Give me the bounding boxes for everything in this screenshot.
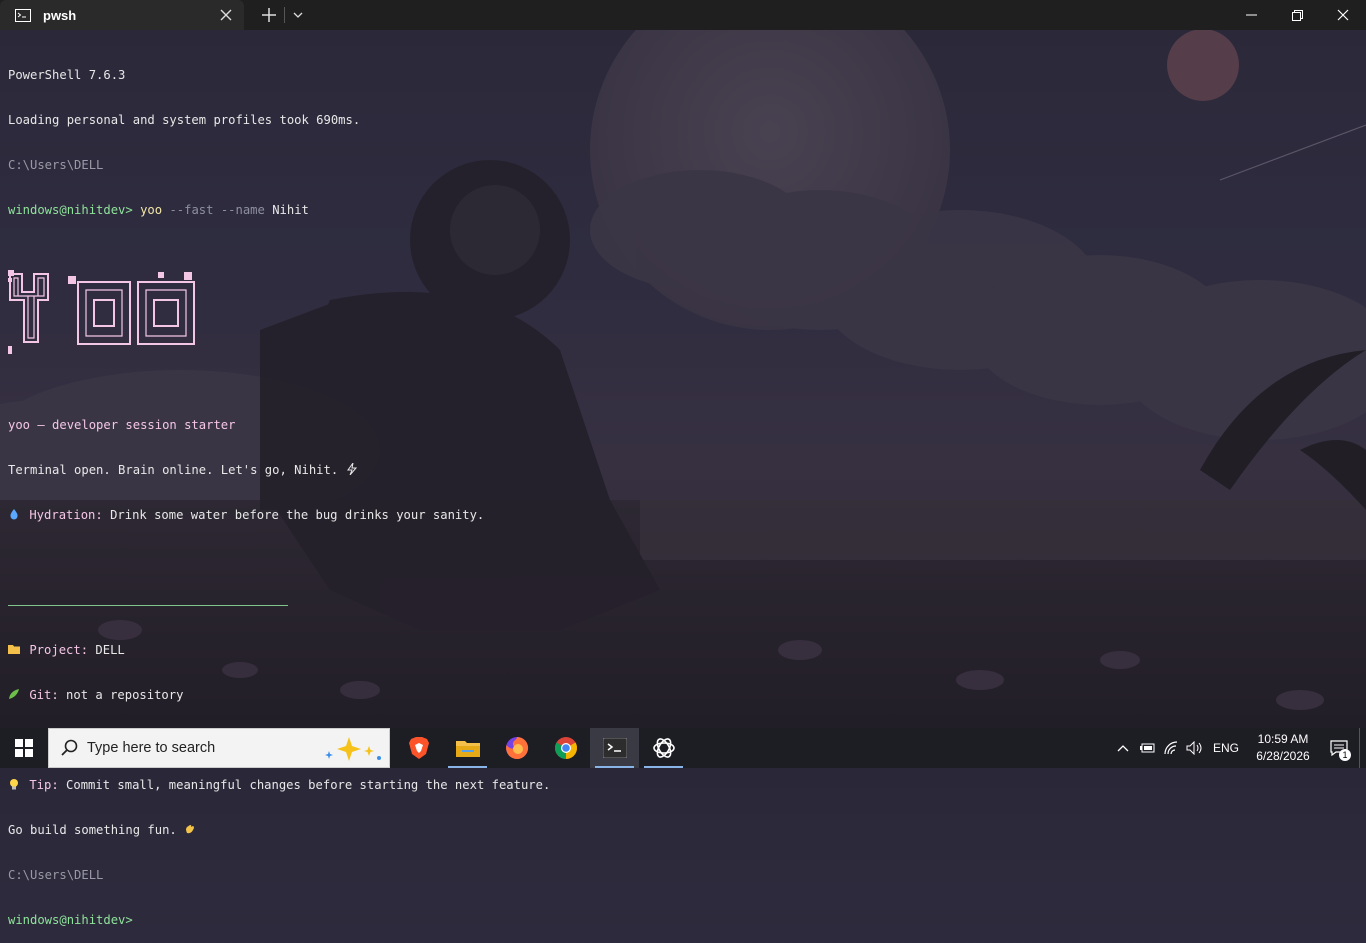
water-drop-icon — [10, 509, 18, 520]
taskbar-chrome[interactable] — [541, 728, 590, 768]
system-tray: ENG 10:59 AM 6/28/2026 1 — [1111, 728, 1366, 768]
firefox-icon — [505, 736, 528, 759]
tagline: yoo — developer session starter — [8, 418, 236, 432]
hydration-line: Hydration: Drink some water before the b… — [8, 508, 1366, 523]
lightbulb-icon — [10, 779, 18, 790]
hydration-text: Drink some water before the bug drinks y… — [110, 508, 485, 522]
tab-pwsh[interactable]: pwsh — [0, 0, 244, 30]
start-button[interactable] — [0, 728, 48, 768]
notification-count: 1 — [1339, 749, 1351, 761]
chevron-down-icon — [293, 12, 303, 18]
taskbar-brave[interactable] — [394, 728, 443, 768]
wifi-icon — [1164, 741, 1178, 755]
closing-line: Go build something fun. — [8, 823, 1366, 838]
tab-dropdown-button[interactable] — [285, 0, 311, 30]
profile-load-line: Loading personal and system profiles too… — [8, 113, 361, 127]
greeting-line: Terminal open. Brain online. Let's go, N… — [8, 463, 1366, 478]
clock-time: 10:59 AM — [1257, 732, 1309, 746]
leaf-icon — [9, 689, 19, 699]
prompt: windows@nihitdev> — [8, 913, 133, 927]
divider — [8, 605, 288, 606]
close-window-button[interactable] — [1320, 0, 1366, 30]
terminal-output[interactable]: PowerShell 7.6.3 Loading personal and sy… — [8, 38, 1366, 943]
show-hidden-icons-button[interactable] — [1111, 728, 1135, 768]
terminal-icon — [14, 8, 32, 22]
command-flag: --fast — [169, 203, 214, 217]
close-icon — [1337, 9, 1349, 21]
restore-icon — [1291, 9, 1303, 21]
folder-icon — [8, 645, 20, 654]
terminal-title-bar: pwsh — [0, 0, 1366, 30]
git-label: Git: — [29, 688, 59, 702]
terminal-icon — [602, 738, 627, 758]
yoo-banner — [8, 270, 1366, 360]
waving-hand-icon — [186, 825, 195, 834]
tip-label: Tip: — [29, 778, 59, 792]
taskbar-terminal[interactable] — [590, 728, 639, 768]
chrome-icon — [554, 737, 577, 759]
search-icon — [61, 739, 78, 756]
search-placeholder: Type here to search — [87, 740, 216, 756]
command-name: yoo — [140, 203, 163, 217]
git-value: not a repository — [66, 688, 184, 702]
greeting: Terminal open. Brain online. Let's go, N… — [8, 463, 339, 477]
minimize-button[interactable] — [1228, 0, 1274, 30]
plus-icon — [262, 8, 276, 22]
clock-date: 6/28/2026 — [1256, 749, 1310, 763]
taskbar-search-box[interactable]: Type here to search — [48, 728, 390, 768]
file-explorer-icon — [455, 741, 480, 757]
lightning-icon — [346, 463, 357, 475]
taskbar-file-explorer[interactable] — [443, 728, 492, 768]
show-desktop-button[interactable] — [1359, 728, 1366, 768]
tip-line: Tip: Commit small, meaningful changes be… — [8, 778, 1366, 793]
taskbar-chatgpt[interactable] — [639, 728, 688, 768]
git-line: Git: not a repository — [8, 688, 1366, 703]
close-tab-icon[interactable] — [218, 7, 234, 23]
chevron-up-icon — [1117, 745, 1129, 752]
minimize-icon — [1245, 14, 1257, 16]
taskbar-firefox[interactable] — [492, 728, 541, 768]
version-line: PowerShell 7.6.3 — [8, 68, 126, 82]
language-indicator[interactable]: ENG — [1213, 741, 1239, 755]
project-value: DELL — [95, 643, 125, 657]
chatgpt-icon — [652, 738, 675, 758]
prompt: windows@nihitdev> — [8, 203, 133, 217]
command-arg: Nihit — [272, 203, 309, 217]
clock[interactable]: 10:59 AM 6/28/2026 — [1247, 731, 1319, 765]
project-line: Project: DELL — [8, 643, 1366, 658]
battery-button[interactable] — [1135, 728, 1159, 768]
brave-icon — [408, 737, 429, 759]
closing-text: Go build something fun. — [8, 823, 177, 837]
yoo-banner-art — [8, 270, 195, 354]
taskbar: Type here to search ENG 10:59 AM 6/28/20… — [0, 728, 1366, 768]
battery-icon — [1139, 743, 1155, 753]
hydration-label: Hydration: — [29, 508, 103, 522]
cwd-line: C:\Users\DELL — [8, 158, 104, 172]
tab-title: pwsh — [43, 7, 77, 23]
action-center-button[interactable]: 1 — [1319, 728, 1359, 768]
speaker-icon — [1186, 741, 1202, 755]
windows-logo-icon — [15, 739, 33, 757]
sparkle-icon — [325, 737, 381, 761]
new-tab-button[interactable] — [254, 0, 284, 30]
project-label: Project: — [29, 643, 89, 657]
tip-text: Commit small, meaningful changes before … — [66, 778, 551, 792]
command-line: windows@nihitdev> yoo --fast --name Nihi… — [8, 203, 1366, 218]
volume-button[interactable] — [1183, 728, 1207, 768]
network-button[interactable] — [1159, 728, 1183, 768]
prompt-line[interactable]: windows@nihitdev> — [8, 913, 1366, 928]
command-flag: --name — [220, 203, 265, 217]
restore-button[interactable] — [1274, 0, 1320, 30]
cwd-line: C:\Users\DELL — [8, 868, 104, 882]
